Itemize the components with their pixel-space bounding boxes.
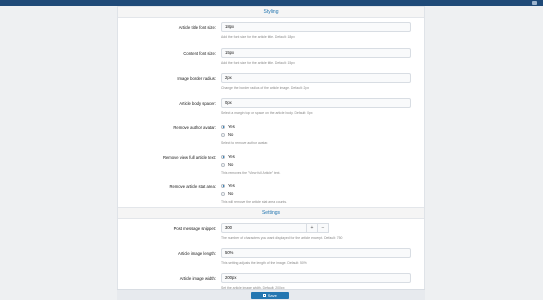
decrement-button[interactable]: −: [318, 223, 329, 233]
message-snippet-stepper: 300 + −: [221, 223, 329, 233]
radio-label: Yes: [228, 183, 235, 188]
field-hint: Select to remove author avatar.: [221, 141, 269, 145]
field-hint: Add the font size for the article title.…: [221, 35, 295, 39]
message-snippet-input[interactable]: 300: [221, 223, 307, 233]
field-label: Article image width:: [179, 276, 216, 281]
field-label: Article image length:: [178, 251, 216, 256]
increment-button[interactable]: +: [307, 223, 318, 233]
radio-label: No: [228, 191, 234, 196]
radio-unchecked-icon[interactable]: [221, 132, 225, 137]
save-label: Save: [267, 293, 277, 298]
radio-label: Yes: [228, 124, 235, 129]
form-submit-bar: Save: [117, 289, 425, 300]
radio-option-no[interactable]: No: [221, 191, 233, 196]
field-hint: Add the font size for the article title.…: [221, 61, 295, 65]
image-length-input[interactable]: 50%: [221, 248, 411, 258]
field-hint: Change the border radius of the article …: [221, 86, 310, 90]
field-label: Remove author avatar:: [173, 125, 216, 130]
field-hint: The number of characters you want displa…: [221, 236, 343, 240]
field-label: Image border radius:: [177, 76, 216, 81]
body-spacer-input[interactable]: 0px: [221, 98, 411, 108]
save-button[interactable]: Save: [251, 292, 289, 299]
section-header-styling: Styling: [118, 6, 424, 18]
radio-option-yes[interactable]: Yes: [221, 154, 235, 159]
field-label: Article title font size:: [178, 25, 216, 30]
radio-option-no[interactable]: No: [221, 132, 233, 137]
field-hint: This setting adjusts the length of the i…: [221, 261, 307, 265]
field-hint: Select a margin top or space on the arti…: [221, 111, 313, 115]
field-label: Post message snippet:: [173, 226, 216, 231]
field-label: Remove view full article text:: [162, 155, 216, 160]
radio-option-yes[interactable]: Yes: [221, 124, 235, 129]
radio-label: Yes: [228, 154, 235, 159]
options-panel: Styling Article title font size: 18px Ad…: [117, 6, 425, 300]
field-label: Content font size:: [183, 51, 216, 56]
content-font-size-input[interactable]: 15px: [221, 48, 411, 58]
save-icon: [263, 294, 267, 298]
radio-unchecked-icon[interactable]: [221, 191, 225, 196]
field-hint: This removes the "View full Article" tex…: [221, 171, 281, 175]
user-menu-icon[interactable]: [532, 1, 537, 5]
radio-checked-icon[interactable]: [221, 183, 225, 188]
radio-checked-icon[interactable]: [221, 124, 225, 129]
radio-option-no[interactable]: No: [221, 162, 233, 167]
radio-checked-icon[interactable]: [221, 154, 225, 159]
radio-option-yes[interactable]: Yes: [221, 183, 235, 188]
title-font-size-input[interactable]: 18px: [221, 22, 411, 32]
image-border-radius-input[interactable]: 2px: [221, 73, 411, 83]
field-label: Remove article stat area:: [169, 184, 216, 189]
section-header-settings: Settings: [118, 207, 424, 219]
radio-unchecked-icon[interactable]: [221, 162, 225, 167]
field-hint: This will remove the article stat area c…: [221, 200, 287, 204]
radio-label: No: [228, 132, 234, 137]
field-label: Article body spacer:: [179, 101, 216, 106]
image-width-input[interactable]: 200px: [221, 273, 411, 283]
radio-label: No: [228, 162, 234, 167]
